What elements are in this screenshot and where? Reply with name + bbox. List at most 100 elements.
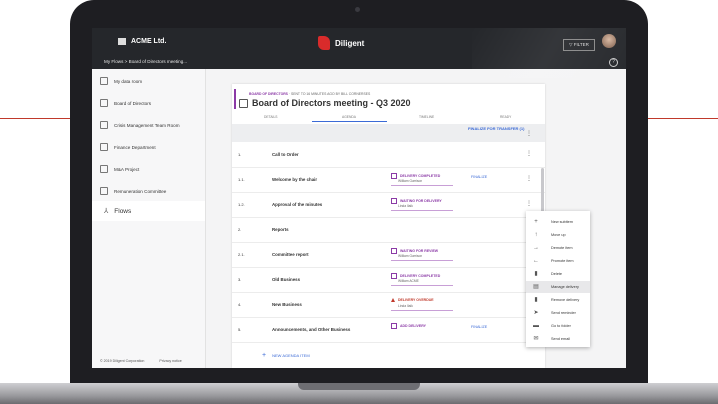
sidebar-item-label: Board of Directors — [114, 100, 152, 106]
agenda-row[interactable]: 5. Announcements, and Other Business ADD … — [232, 317, 545, 343]
finalize-transfer-button[interactable]: FINALIZE FOR TRANSFER (1) — [468, 126, 524, 131]
building-icon — [118, 38, 126, 45]
menu-item-promote-item[interactable]: ← Promote item — [526, 255, 590, 267]
delivery-assignee: William ACME — [398, 279, 419, 283]
breadcrumb[interactable]: My Flows > Board of Directors meeting... — [104, 59, 187, 64]
trash-icon: ▮ — [534, 297, 538, 303]
menu-item-label: New subitem — [551, 220, 573, 224]
diligent-logo-icon — [318, 36, 330, 50]
agenda-row[interactable]: 4. New Business DELIVERY OVERDUE Linda Ila… — [232, 292, 545, 318]
agenda-row[interactable]: 3. Old Business DELIVERY COMPLETED William… — [232, 267, 545, 293]
agenda-row[interactable]: 1. Call to Order ⋮ — [232, 142, 545, 168]
plus-icon: + — [534, 219, 538, 225]
menu-item-send-reminder[interactable]: ➤ Send reminder — [526, 307, 590, 319]
sidebar-item-finance[interactable]: Finance Department — [100, 143, 156, 151]
tab-details[interactable]: DETAILS — [264, 115, 278, 119]
top-bar: ACME Ltd. My Flows > Board of Directors … — [92, 28, 626, 69]
delivery-status[interactable]: ADD DELIVERY — [391, 323, 426, 329]
active-tab-indicator — [312, 121, 387, 122]
delivery-progress-bar — [391, 185, 453, 186]
tab-agenda[interactable]: AGENDA — [342, 115, 356, 119]
menu-item-remove-delivery[interactable]: ▮ Remove delivery — [526, 294, 590, 306]
delivery-assignee: Linda Ilaik — [398, 204, 413, 208]
delivery-assignee: Linda Ilaik — [398, 304, 413, 308]
menu-item-label: Send reminder — [551, 311, 576, 315]
avatar[interactable] — [602, 34, 616, 48]
filter-label: FILTER — [573, 42, 589, 47]
folder-icon: ▬ — [533, 323, 539, 329]
meeting-room-label: BOARD OF DIRECTORS — [249, 92, 288, 96]
agenda-row[interactable]: 2.1. Committee report WAITING FOR REVIEW W… — [232, 242, 545, 268]
menu-item-label: Delete — [551, 272, 562, 276]
agenda-row[interactable]: 2. Reports — [232, 217, 545, 243]
arrow-up-icon: ↑ — [534, 232, 538, 238]
context-menu: + New subitem ↑ Move up → Demote item ← Promote… — [526, 211, 590, 347]
flows-icon: ⅄ — [104, 208, 109, 215]
room-icon — [100, 99, 108, 107]
menu-item-label: Send email — [551, 337, 570, 341]
agenda-title: Reports — [272, 227, 289, 232]
row-kebab-icon[interactable]: ⋮ — [526, 150, 532, 157]
room-icon — [100, 143, 108, 151]
finalize-button[interactable]: FINALIZE — [471, 325, 487, 329]
filter-button[interactable]: ▽ FILTER — [563, 39, 595, 51]
menu-item-new-subitem[interactable]: + New subitem — [526, 216, 590, 228]
sidebar-item-flows[interactable]: ⅄ Flows — [92, 201, 205, 221]
sidebar-item-label: Remuneration Committee — [114, 188, 167, 194]
delivery-icon — [391, 173, 397, 179]
tab-timeline[interactable]: TIMELINE — [419, 115, 434, 119]
calendar-icon — [239, 98, 248, 108]
meeting-accent-bar — [234, 89, 236, 109]
copyright-text: © 2019 Diligent Corporation — [100, 359, 145, 363]
sidebar-item-board[interactable]: Board of Directors — [100, 99, 151, 107]
company-switcher[interactable]: ACME Ltd. — [118, 38, 166, 45]
privacy-link[interactable]: Privacy notice — [159, 359, 181, 363]
row-kebab-icon[interactable]: ⋮ — [526, 175, 532, 182]
delivery-progress-bar — [391, 285, 453, 286]
sidebar-item-label: Crisis Management Team Room — [114, 122, 180, 128]
menu-item-delete[interactable]: ▮ Delete — [526, 268, 590, 280]
delivery-assignee: William Garrison — [398, 254, 423, 258]
menu-item-label: Manage delivery — [551, 285, 579, 289]
sidebar-item-crisis[interactable]: Crisis Management Team Room — [100, 121, 180, 129]
menu-item-go-to-folder[interactable]: ▬ Go to folder — [526, 320, 590, 332]
room-icon — [100, 121, 108, 129]
header-kebab-icon[interactable]: ⋮ — [526, 130, 532, 137]
meeting-subtitle: BOARD OF DIRECTORS · SENT TO 16 MINUTES … — [249, 92, 370, 96]
agenda-number: 2.1. — [238, 252, 245, 257]
delivery-progress-bar — [391, 260, 453, 261]
tab-ready[interactable]: READY — [500, 115, 511, 119]
brand-name: Diligent — [335, 38, 365, 48]
menu-item-demote-item[interactable]: → Demote item — [526, 242, 590, 254]
agenda-title: Call to Order — [272, 152, 299, 157]
document-icon: ▤ — [533, 284, 539, 290]
agenda-title: Committee report — [272, 252, 309, 257]
delivery-status-label: DELIVERY COMPLETED — [400, 274, 441, 278]
menu-item-label: Remove delivery — [551, 298, 580, 302]
help-icon[interactable]: ? — [609, 58, 618, 67]
agenda-row[interactable]: 1.2. Approval of the minutes WAITING FOR … — [232, 192, 545, 218]
plus-icon: + — [262, 352, 267, 359]
arrow-right-icon: → — [533, 245, 539, 251]
agenda-row[interactable]: 1.1. Welcome by the chair DELIVERY COMPLE… — [232, 167, 545, 193]
sidebar-item-remuneration[interactable]: Remuneration Committee — [100, 187, 166, 195]
menu-item-manage-delivery[interactable]: ▤ Manage delivery — [526, 281, 590, 293]
sidebar-item-ma[interactable]: M&A Project — [100, 165, 139, 173]
menu-item-move-up[interactable]: ↑ Move up — [526, 229, 590, 241]
delivery-icon — [391, 198, 397, 204]
meeting-tabs: DETAILS AGENDA TIMELINE READY — [232, 114, 545, 121]
new-agenda-item-button[interactable]: + NEW AGENDA ITEM — [262, 352, 310, 359]
delivery-icon — [391, 323, 397, 329]
agenda-number: 4. — [238, 302, 242, 307]
room-icon — [100, 77, 108, 85]
room-icon — [100, 165, 108, 173]
delivery-status[interactable]: DELIVERY OVERDUE — [391, 298, 434, 302]
sidebar-item-my-data-room[interactable]: My data room — [100, 77, 142, 85]
row-kebab-icon[interactable]: ⋮ — [526, 200, 532, 207]
menu-item-send-email[interactable]: ✉ Send email — [526, 333, 590, 345]
finalize-button[interactable]: FINALIZE — [471, 175, 487, 179]
delivery-icon — [391, 273, 397, 279]
delivery-status-label: ADD DELIVERY — [400, 324, 426, 328]
delivery-icon — [391, 248, 397, 254]
room-icon — [100, 187, 108, 195]
